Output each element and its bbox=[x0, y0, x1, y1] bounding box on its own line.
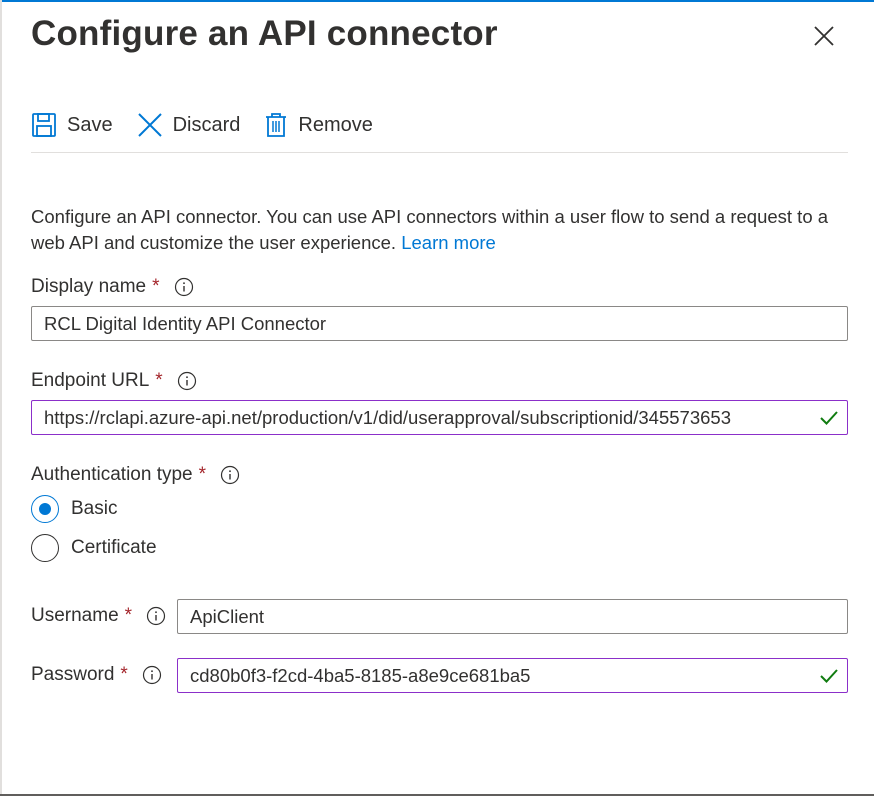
display-name-label-row: Display name * bbox=[31, 276, 194, 298]
required-marker: * bbox=[152, 276, 160, 297]
required-marker: * bbox=[120, 664, 128, 685]
endpoint-url-field[interactable]: https://rclapi.azure-api.net/production/… bbox=[31, 400, 848, 435]
required-marker: * bbox=[155, 370, 163, 391]
learn-more-link[interactable]: Learn more bbox=[401, 232, 496, 253]
password-value: cd80b0f3-f2cd-4ba5-8185-a8e9ce681ba5 bbox=[190, 664, 531, 686]
command-bar: Save Discard Remove bbox=[31, 108, 397, 142]
info-icon[interactable] bbox=[146, 606, 166, 626]
info-icon[interactable] bbox=[220, 465, 240, 485]
auth-type-label-row: Authentication type * bbox=[31, 464, 240, 486]
endpoint-url-value: https://rclapi.azure-api.net/production/… bbox=[44, 406, 731, 428]
close-icon bbox=[813, 25, 835, 52]
info-icon[interactable] bbox=[174, 277, 194, 297]
auth-option-basic[interactable]: Basic bbox=[31, 495, 117, 523]
discard-button[interactable]: Discard bbox=[137, 112, 241, 138]
radio-button[interactable] bbox=[31, 534, 59, 562]
discard-label: Discard bbox=[172, 113, 241, 136]
auth-option-certificate[interactable]: Certificate bbox=[31, 534, 157, 562]
top-accent-line bbox=[0, 0, 874, 2]
username-label-row: Username * bbox=[31, 605, 166, 627]
discard-icon bbox=[137, 112, 163, 138]
display-name-field[interactable]: RCL Digital Identity API Connector bbox=[31, 306, 848, 341]
display-name-value: RCL Digital Identity API Connector bbox=[44, 312, 327, 334]
info-icon[interactable] bbox=[177, 371, 197, 391]
checkmark-icon bbox=[819, 409, 839, 432]
dialog-title: Configure an API connector bbox=[31, 14, 498, 53]
username-field[interactable]: ApiClient bbox=[177, 599, 848, 634]
endpoint-url-label: Endpoint URL bbox=[31, 370, 150, 391]
description: Configure an API connector. You can use … bbox=[31, 204, 861, 256]
password-label-row: Password * bbox=[31, 664, 162, 686]
close-button[interactable] bbox=[808, 22, 840, 54]
remove-button[interactable]: Remove bbox=[264, 112, 373, 138]
checkmark-icon bbox=[819, 667, 839, 690]
auth-type-label: Authentication type bbox=[31, 464, 193, 485]
auth-option-label: Basic bbox=[71, 498, 118, 519]
username-label: Username bbox=[31, 605, 119, 626]
required-marker: * bbox=[198, 464, 207, 485]
info-icon[interactable] bbox=[142, 665, 162, 685]
remove-label: Remove bbox=[298, 113, 373, 136]
required-marker: * bbox=[124, 605, 133, 626]
save-button[interactable]: Save bbox=[31, 112, 113, 138]
password-field[interactable]: cd80b0f3-f2cd-4ba5-8185-a8e9ce681ba5 bbox=[177, 658, 848, 693]
radio-button-checked[interactable] bbox=[31, 495, 59, 523]
display-name-label: Display name bbox=[31, 276, 147, 297]
toolbar-divider bbox=[31, 152, 848, 153]
save-icon bbox=[31, 112, 57, 138]
save-label: Save bbox=[67, 113, 113, 136]
password-label: Password bbox=[31, 664, 115, 685]
endpoint-url-label-row: Endpoint URL * bbox=[31, 370, 197, 392]
auth-option-label: Certificate bbox=[71, 537, 157, 558]
trash-icon bbox=[264, 112, 288, 138]
left-border bbox=[0, 0, 2, 796]
username-value: ApiClient bbox=[190, 605, 265, 627]
